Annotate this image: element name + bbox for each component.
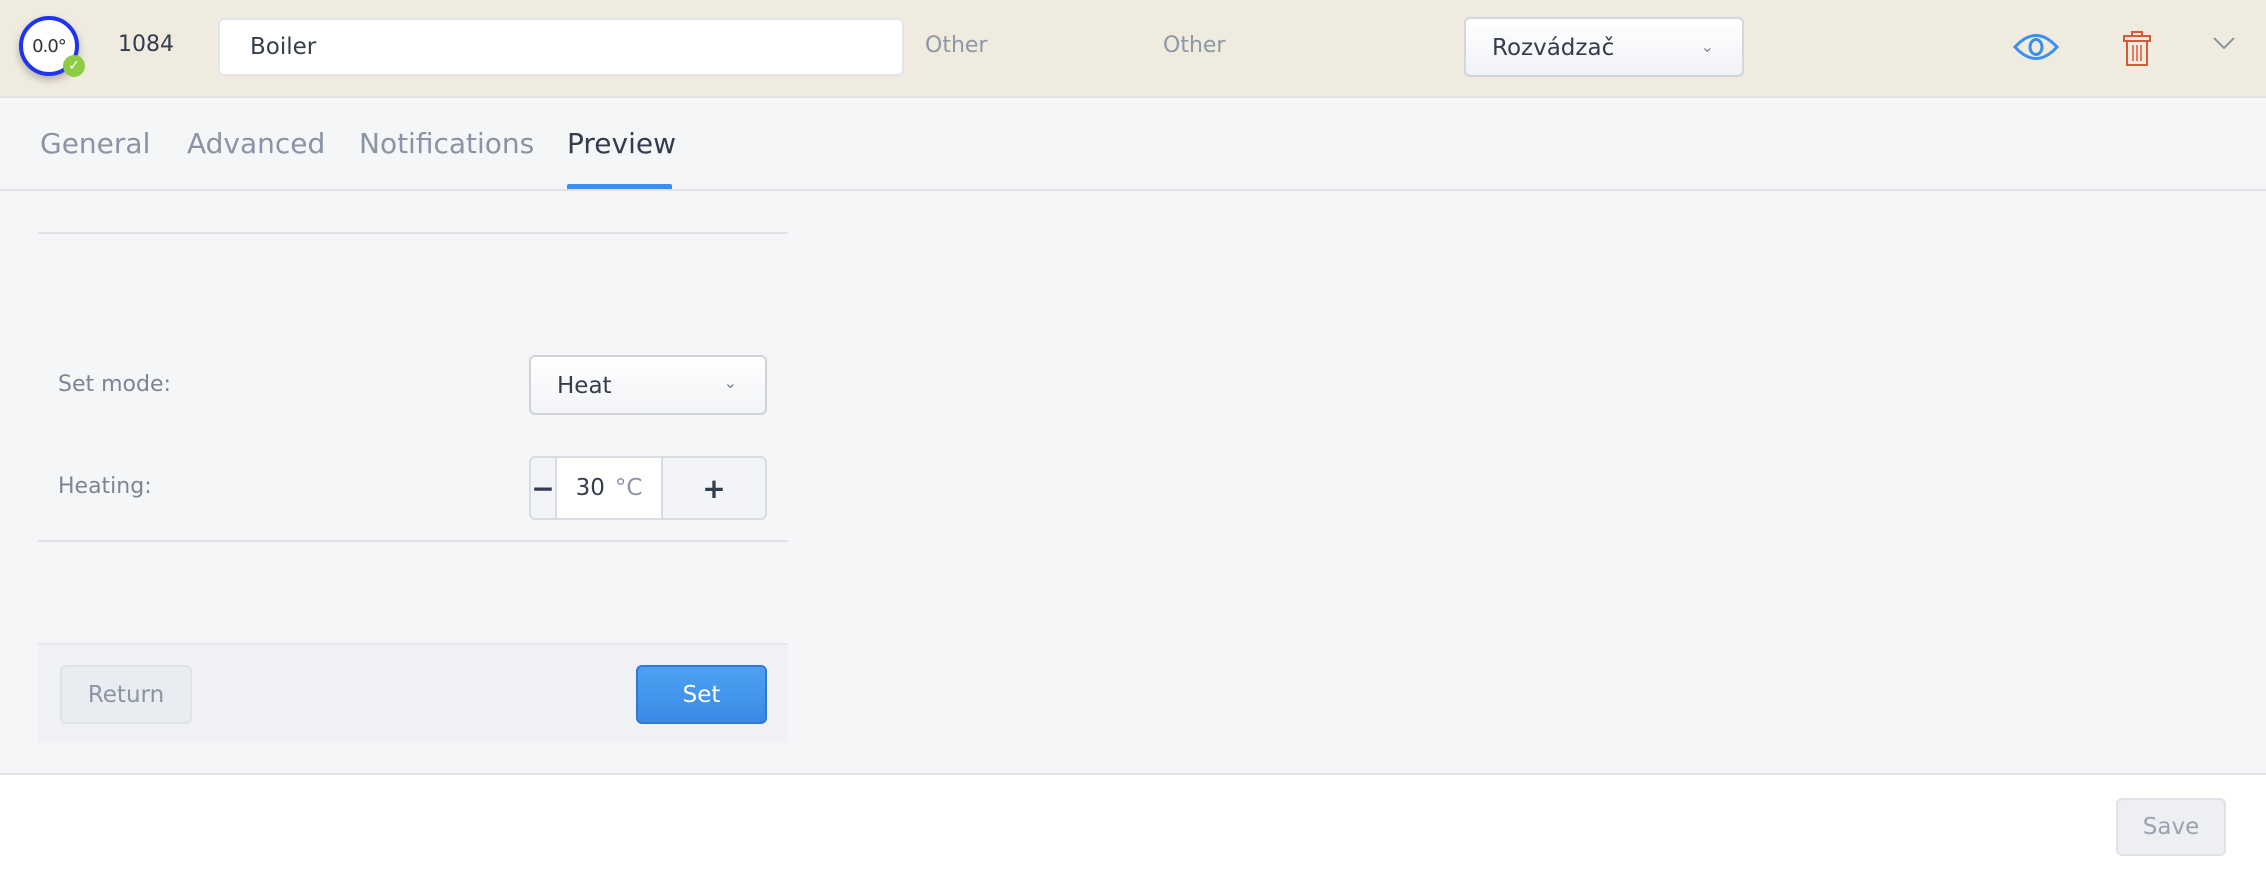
heating-value: 30 [575,475,605,501]
device-id: 1084 [118,32,174,57]
eye-icon[interactable] [2013,32,2059,62]
return-button[interactable]: Return [60,665,192,724]
mode-select-value: Heat [557,373,612,399]
tab-divider [0,189,2266,191]
decrement-button[interactable]: − [531,458,557,518]
chevron-down-icon: ⌄ [1700,37,1714,56]
trash-icon[interactable] [2122,30,2152,68]
tab-general[interactable]: General [40,127,150,160]
active-tab-indicator [567,184,672,189]
room-select-value: Rozvádzač [1492,35,1615,61]
tab-notifications[interactable]: Notifications [359,127,534,160]
chevron-down-icon[interactable] [2212,36,2236,50]
heating-unit: °C [614,475,643,501]
tab-advanced[interactable]: Advanced [187,127,325,160]
divider [38,232,788,234]
heating-stepper: − 30 °C + [529,456,767,520]
mode-label: Set mode: [58,372,171,397]
room-select[interactable]: Rozvádzač ⌄ [1464,17,1744,77]
set-button[interactable]: Set [636,665,767,724]
mode-select[interactable]: Heat ⌄ [529,355,767,415]
save-button[interactable]: Save [2116,798,2226,856]
device-name-input[interactable] [218,18,904,76]
status-check-icon: ✓ [63,55,85,77]
tab-preview[interactable]: Preview [567,127,676,160]
device-type: Other [925,33,988,58]
heating-label: Heating: [58,474,152,499]
device-subtype: Other [1163,33,1226,58]
chevron-down-icon: ⌄ [723,373,737,392]
increment-button[interactable]: + [661,458,765,518]
device-header: 0.0° ✓ 1084 Other Other Rozvádzač ⌄ [0,0,2266,98]
heating-value-input[interactable]: 30 °C [557,458,661,518]
divider [38,540,788,542]
